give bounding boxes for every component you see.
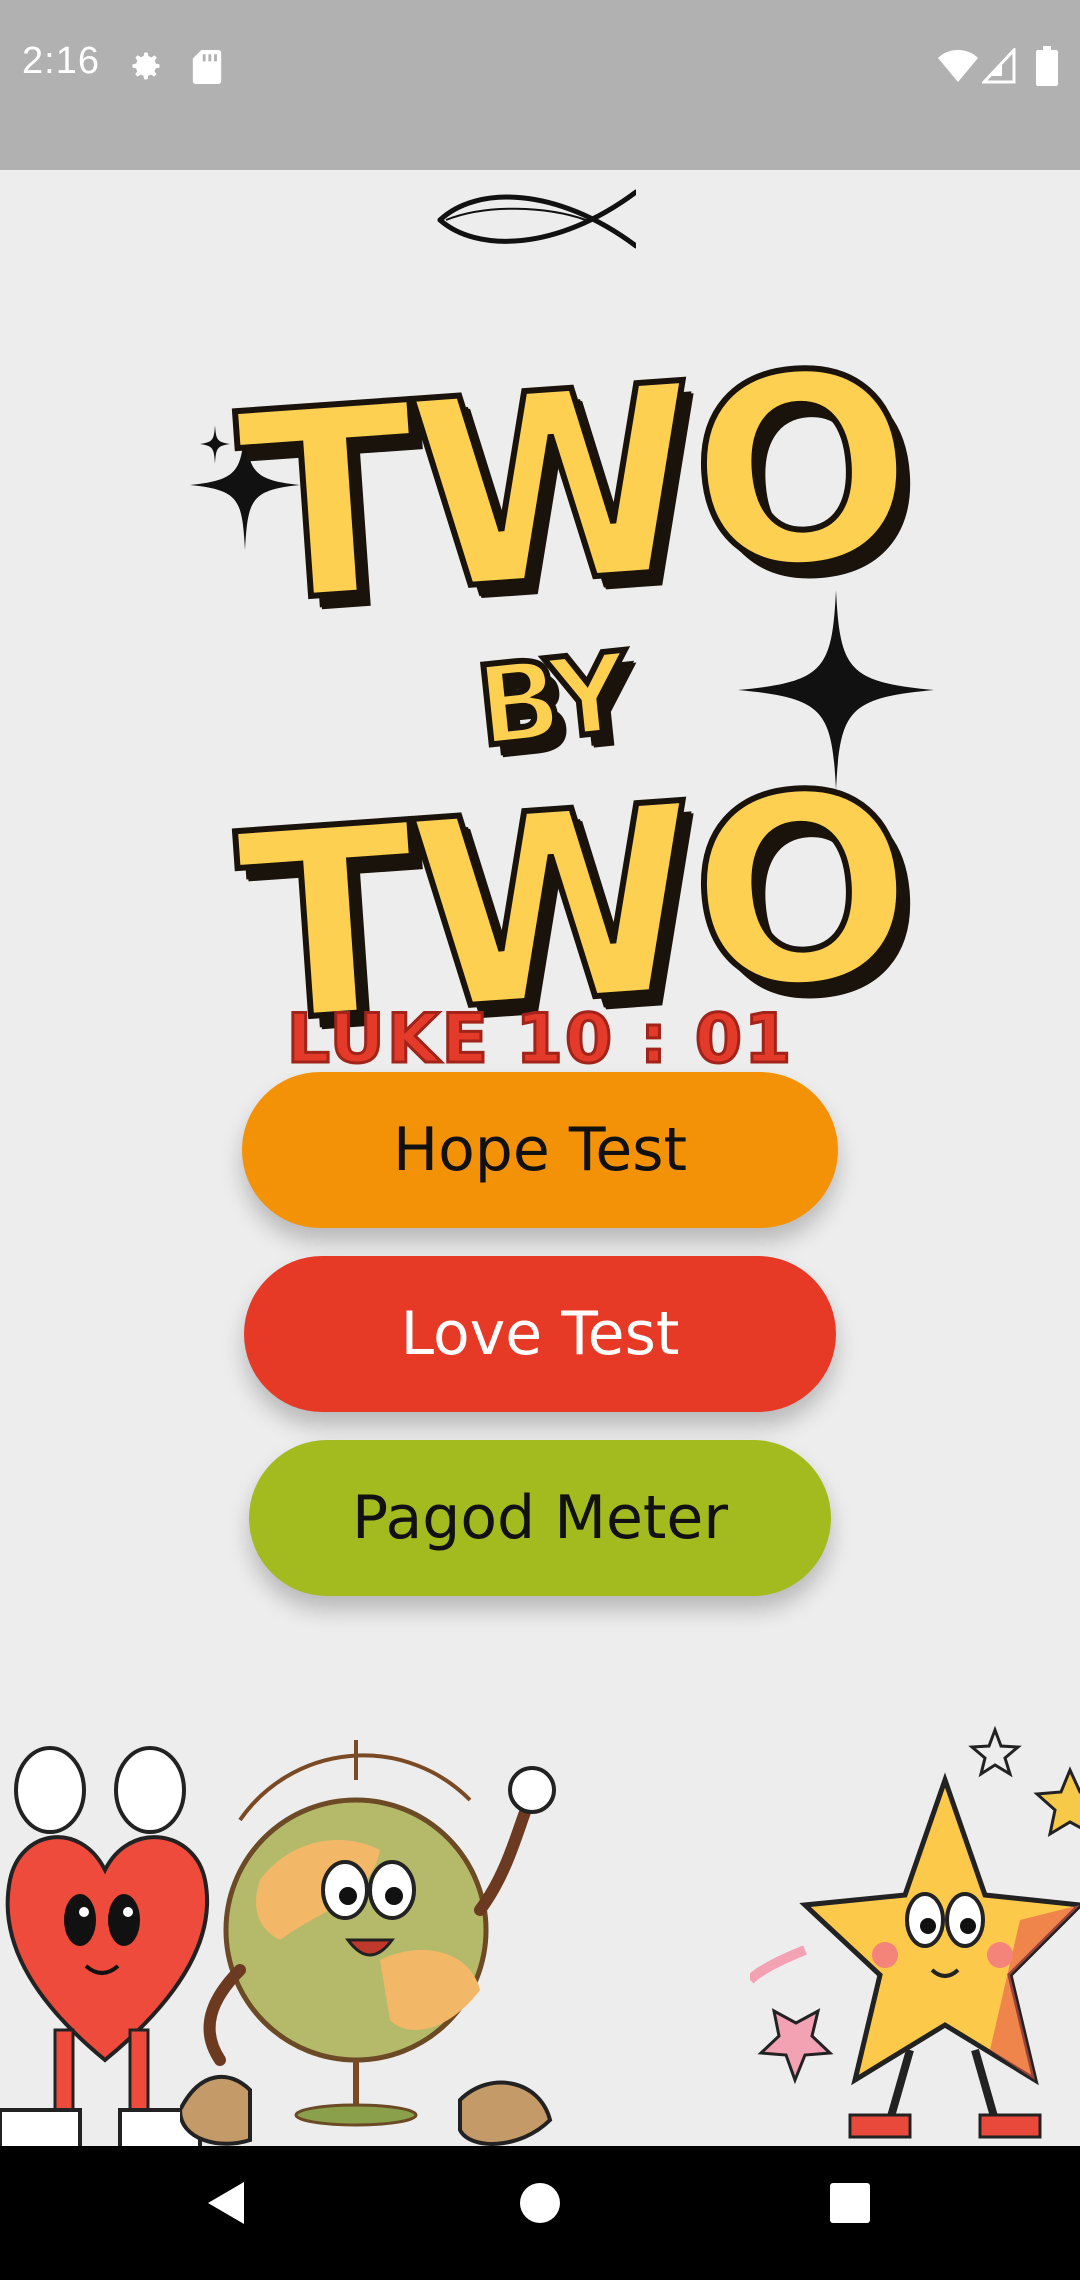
love-test-button[interactable]: Love Test [244, 1256, 836, 1412]
pagod-meter-button[interactable]: Pagod Meter [249, 1440, 831, 1596]
ichthys-fish-icon [437, 189, 636, 249]
main-screen: TWO BY TWO LUKE 10 : 01 Hope Test Love T… [0, 170, 1080, 2146]
verse-reference: LUKE 10 : 01 [285, 999, 794, 1081]
recents-icon[interactable] [828, 2178, 872, 2228]
wifi-icon [938, 50, 978, 82]
hope-test-button[interactable]: Hope Test [242, 1072, 838, 1228]
cellular-signal-icon [982, 48, 1016, 84]
globe-mascot [180, 1740, 556, 2146]
navigation-bar [0, 2146, 1080, 2280]
battery-icon [1036, 46, 1058, 86]
back-icon[interactable] [204, 2178, 248, 2228]
gear-icon [132, 52, 160, 80]
status-time: 2:16 [22, 40, 100, 82]
sd-card-icon [192, 50, 222, 84]
home-icon[interactable] [518, 2178, 562, 2228]
star-mascot [750, 1725, 1080, 2139]
title-line-top: TWO [227, 311, 920, 665]
status-bar: 2:16 [0, 0, 1080, 170]
